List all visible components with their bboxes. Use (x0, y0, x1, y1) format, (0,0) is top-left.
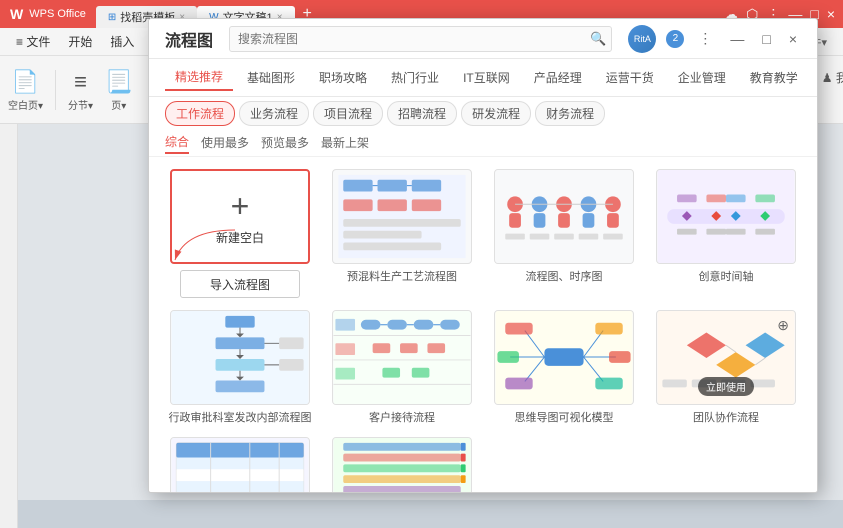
template-label-4: 行政审批科室发改内部流程图 (169, 409, 312, 425)
template-thumb-5[interactable] (332, 310, 472, 405)
template-thumb-9[interactable] (332, 437, 472, 492)
menu-insert[interactable]: 插入 (102, 31, 142, 52)
template-thumb-2[interactable] (494, 169, 634, 264)
template-item-8[interactable]: 流程图、时序图 (165, 437, 315, 492)
sub-tab-finance[interactable]: 财务流程 (535, 101, 605, 126)
nav-tab-it[interactable]: IT互联网 (453, 65, 520, 90)
template-item-6[interactable]: 思维导图可视化模型 (489, 310, 639, 425)
modal-header: 流程图 🔍 RitA 2 ⋮ — □ × (149, 19, 817, 59)
tool-page[interactable]: 📃 页▾ (105, 69, 132, 112)
modal-title: 流程图 (165, 27, 213, 51)
sub-tab-business[interactable]: 业务流程 (239, 101, 309, 126)
search-icon[interactable]: 🔍 (590, 31, 606, 47)
wps-icon: W (10, 6, 23, 22)
template-thumb-6[interactable] (494, 310, 634, 405)
nav-tab-education[interactable]: 教育教学 (740, 65, 808, 90)
modal-sub-tabs: 工作流程 业务流程 项目流程 招聘流程 研发流程 财务流程 (149, 97, 817, 129)
new-blank-text: 新建空白 (216, 229, 264, 246)
search-input[interactable] (229, 26, 612, 52)
section-label: 分节▾ (68, 97, 93, 112)
new-blank-inner: + 新建空白 (216, 188, 264, 246)
template-label-7: 团队协作流程 (693, 409, 759, 425)
mindmap-svg (495, 311, 633, 404)
search-area: 🔍 (229, 26, 612, 52)
nav-tab-enterprise[interactable]: 企业管理 (668, 65, 736, 90)
customer-svg (333, 311, 471, 404)
sub-tab-recruitment[interactable]: 招聘流程 (387, 101, 457, 126)
rita-label: RitA (634, 34, 651, 44)
divider1 (55, 70, 56, 110)
template-item-3[interactable]: 创意时间轴 (651, 169, 801, 298)
tool-blank-page[interactable]: 📄 空白页▾ (8, 69, 43, 112)
template-grid: + 新建空白 导入流程图 (149, 157, 817, 492)
template-item-4[interactable]: 行政审批科室发改内部流程图 (165, 310, 315, 425)
template-thumb-1[interactable] (332, 169, 472, 264)
blank-page-icon: 📄 (12, 69, 39, 95)
filter-most-viewed[interactable]: 预览最多 (261, 132, 309, 153)
template-label-6: 思维导图可视化模型 (515, 409, 614, 425)
template-item-7[interactable]: ⊕ 立即使用 团队协作流程 (651, 310, 801, 425)
template-item-9[interactable]: 开发流程图 (327, 437, 477, 492)
use-now-badge[interactable]: 立即使用 (698, 377, 754, 396)
filter-latest[interactable]: 最新上架 (321, 132, 369, 153)
nav-tab-featured[interactable]: 精选推荐 (165, 64, 233, 91)
notification-badge[interactable]: 2 (666, 30, 684, 48)
template-label-1: 预混料生产工艺流程图 (347, 268, 457, 284)
page-icon: 📃 (105, 69, 132, 95)
filter-most-used[interactable]: 使用最多 (201, 132, 249, 153)
template-tab-icon: ⊞ (108, 12, 116, 23)
flowchart-svg-1 (333, 170, 471, 263)
template-item-5[interactable]: 客户接待流程 (327, 310, 477, 425)
nav-tab-career[interactable]: 职场攻略 (309, 65, 377, 90)
close-btn[interactable]: × (827, 6, 835, 22)
sequence-svg (171, 438, 309, 492)
menu-file[interactable]: ≡ 文件 (8, 31, 58, 52)
dev-svg (333, 438, 471, 492)
modal-close-btn[interactable]: × (785, 29, 801, 49)
template-label-3: 创意时间轴 (699, 268, 754, 284)
template-item-2[interactable]: 流程图、时序图 (489, 169, 639, 298)
template-label-2: 流程图、时序图 (526, 268, 603, 284)
nav-tab-hotindustry[interactable]: 热门行业 (381, 65, 449, 90)
wps-logo: W WPS Office (0, 6, 96, 22)
blank-page-label: 空白页▾ (8, 97, 43, 112)
admin-svg (171, 311, 309, 404)
modal-restore-btn[interactable]: □ (758, 29, 774, 49)
section-icon: ≡ (74, 69, 87, 95)
new-blank-item[interactable]: + 新建空白 导入流程图 (165, 169, 315, 298)
app-name: WPS Office (29, 8, 86, 20)
menu-home[interactable]: 开始 (60, 31, 100, 52)
magnify-icon-7[interactable]: ⊕ (777, 317, 789, 334)
nav-tab-basic[interactable]: 基础图形 (237, 65, 305, 90)
doc-side-ruler (0, 56, 18, 528)
nav-tab-mine[interactable]: ♟ 我的 (812, 65, 843, 90)
sub-tab-project[interactable]: 项目流程 (313, 101, 383, 126)
tool-section[interactable]: ≡ 分节▾ (68, 69, 93, 112)
template-thumb-3[interactable] (656, 169, 796, 264)
nav-tab-pm[interactable]: 产品经理 (524, 65, 592, 90)
new-blank-thumb[interactable]: + 新建空白 (170, 169, 310, 264)
plus-icon: + (231, 188, 250, 225)
flowchart-modal: 流程图 🔍 RitA 2 ⋮ — □ × 精选推荐 基础图形 职场攻略 热门行业… (148, 18, 818, 493)
user-avatar[interactable]: RitA (628, 25, 656, 53)
creative-svg (657, 170, 795, 263)
filter-comprehensive[interactable]: 综合 (165, 131, 189, 154)
sub-tab-rd[interactable]: 研发流程 (461, 101, 531, 126)
template-item-1[interactable]: 预混料生产工艺流程图 (327, 169, 477, 298)
template-thumb-7[interactable]: ⊕ 立即使用 (656, 310, 796, 405)
template-label-5: 客户接待流程 (369, 409, 435, 425)
import-flowchart-btn[interactable]: 导入流程图 (180, 270, 300, 298)
flowchart-svg-2 (495, 170, 633, 263)
sub-tab-workflow[interactable]: 工作流程 (165, 101, 235, 126)
modal-nav-tabs: 精选推荐 基础图形 职场攻略 热门行业 IT互联网 产品经理 运营干货 企业管理… (149, 59, 817, 97)
modal-minimize-btn[interactable]: — (726, 29, 748, 49)
more-menu-icon[interactable]: ⋮ (694, 28, 716, 49)
template-thumb-4[interactable] (170, 310, 310, 405)
nav-tab-ops[interactable]: 运营干货 (596, 65, 664, 90)
header-right: RitA 2 ⋮ — □ × (628, 25, 801, 53)
modal-filter-tabs: 综合 使用最多 预览最多 最新上架 (149, 129, 817, 157)
page-label: 页▾ (111, 97, 126, 112)
template-thumb-8[interactable] (170, 437, 310, 492)
